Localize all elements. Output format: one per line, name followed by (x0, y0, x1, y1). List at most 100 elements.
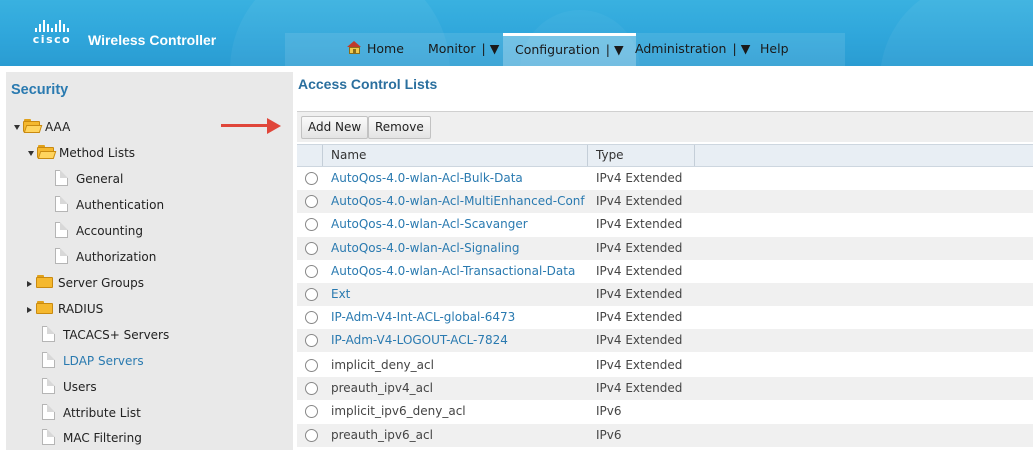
acl-type-cell: IPv6 (596, 428, 622, 442)
row-radio-button[interactable] (305, 242, 318, 255)
acl-name-cell: implicit_deny_acl (331, 358, 434, 372)
table-row: preauth_ipv6_acl IPv6 (297, 424, 1033, 447)
row-radio-button[interactable] (305, 288, 318, 301)
sidebar-item-aaa[interactable]: AAA (14, 117, 70, 137)
row-radio-button[interactable] (305, 172, 318, 185)
sidebar-item-method-lists[interactable]: Method Lists (28, 143, 135, 163)
acl-toolbar: Add New Remove (297, 111, 1033, 142)
nav-home[interactable]: Home (347, 33, 404, 66)
sidebar-item-attribute-list[interactable]: Attribute List (42, 403, 141, 423)
document-icon (42, 352, 55, 368)
sidebar-item-server-groups[interactable]: Server Groups (25, 273, 144, 293)
sidebar-item-label: Attribute List (63, 406, 141, 420)
acl-type-cell: IPv4 Extended (596, 310, 683, 324)
row-radio-button[interactable] (305, 195, 318, 208)
add-new-button[interactable]: Add New (301, 116, 369, 139)
table-row: implicit_deny_acl IPv4 Extended (297, 354, 1033, 377)
nav-monitor-label: Monitor (428, 41, 476, 56)
table-header: Name Type (297, 144, 1033, 167)
sidebar-item-users[interactable]: Users (42, 377, 97, 397)
row-radio-button[interactable] (305, 218, 318, 231)
nav-configuration[interactable]: Configuration | ▼ (503, 33, 636, 66)
sidebar-item-tacacs-servers[interactable]: TACACS+ Servers (42, 325, 169, 345)
row-radio-button[interactable] (305, 311, 318, 324)
collapse-arrow-icon[interactable] (27, 280, 32, 287)
dropdown-caret-icon[interactable]: ▼ (741, 41, 751, 56)
folder-icon (36, 301, 54, 315)
document-icon (42, 378, 55, 394)
sidebar-item-label: Server Groups (58, 276, 144, 290)
document-icon (55, 222, 68, 238)
acl-type-cell: IPv4 Extended (596, 264, 683, 278)
sidebar-item-label: MAC Filtering (63, 431, 142, 445)
row-radio-button[interactable] (305, 405, 318, 418)
table-row: AutoQos-4.0-wlan-Acl-Scavanger IPv4 Exten… (297, 213, 1033, 236)
collapse-arrow-icon[interactable] (27, 306, 32, 313)
document-icon (55, 196, 68, 212)
sidebar-item-accounting[interactable]: Accounting (55, 221, 143, 241)
sidebar-item-mac-filtering[interactable]: MAC Filtering (42, 428, 142, 448)
acl-name-cell: preauth_ipv6_acl (331, 428, 433, 442)
acl-name-cell[interactable]: AutoQos-4.0-wlan-Acl-MultiEnhanced-Conf (331, 190, 585, 213)
sidebar-item-label: AAA (45, 120, 71, 134)
sidebar-item-label: TACACS+ Servers (63, 328, 170, 342)
document-icon (55, 248, 68, 264)
sidebar-item-label: Authentication (76, 198, 165, 212)
sidebar-item-general[interactable]: General (55, 169, 123, 189)
acl-name-cell[interactable]: IP-Adm-V4-Int-ACL-global-6473 (331, 306, 515, 329)
acl-name-cell[interactable]: IP-Adm-V4-LOGOUT-ACL-7824 (331, 329, 508, 352)
expand-arrow-icon[interactable] (14, 125, 20, 130)
table-row: AutoQos-4.0-wlan-Acl-Signaling IPv4 Exten… (297, 237, 1033, 260)
sidebar-item-authorization[interactable]: Authorization (55, 247, 156, 267)
nav-help[interactable]: Help (760, 33, 789, 66)
acl-name-cell[interactable]: AutoQos-4.0-wlan-Acl-Scavanger (331, 213, 528, 236)
sidebar-item-label: General (76, 172, 124, 186)
column-header-name[interactable]: Name (322, 145, 587, 166)
table-row: implicit_ipv6_deny_acl IPv6 (297, 400, 1033, 423)
row-radio-button[interactable] (305, 334, 318, 347)
red-arrow-icon (221, 118, 283, 134)
acl-type-cell: IPv4 Extended (596, 333, 683, 347)
sidebar-title: Security (11, 82, 69, 98)
acl-type-cell: IPv4 Extended (596, 358, 683, 372)
home-icon (347, 41, 362, 54)
sidebar-item-label: Authorization (76, 250, 157, 264)
acl-name-cell[interactable]: Ext (331, 283, 350, 306)
dropdown-caret-icon[interactable]: ▼ (490, 41, 500, 56)
sidebar-item-ldap-servers[interactable]: LDAP Servers (42, 351, 144, 371)
expand-arrow-icon[interactable] (28, 151, 34, 156)
top-header: cisco Wireless Controller Home Monitor | ▼… (0, 0, 1033, 66)
sidebar-item-label: Method Lists (59, 146, 136, 160)
sidebar-item-label: LDAP Servers (63, 354, 144, 368)
nav-administration[interactable]: Administration | ▼ (635, 33, 750, 66)
document-icon (42, 404, 55, 420)
acl-type-cell: IPv4 Extended (596, 194, 683, 208)
nav-monitor[interactable]: Monitor | ▼ (428, 33, 499, 66)
acl-name-cell[interactable]: AutoQos-4.0-wlan-Acl-Bulk-Data (331, 167, 523, 190)
acl-type-cell: IPv4 Extended (596, 381, 683, 395)
table-row: Ext IPv4 Extended (297, 283, 1033, 306)
column-header-type[interactable]: Type (587, 145, 695, 166)
table-row: IP-Adm-V4-Int-ACL-global-6473 IPv4 Extend… (297, 306, 1033, 329)
acl-name-cell[interactable]: AutoQos-4.0-wlan-Acl-Signaling (331, 237, 520, 260)
acl-type-cell: IPv4 Extended (596, 241, 683, 255)
table-row: AutoQos-4.0-wlan-Acl-Bulk-Data IPv4 Exten… (297, 167, 1033, 190)
document-icon (42, 326, 55, 342)
sidebar-item-authentication[interactable]: Authentication (55, 195, 164, 215)
dropdown-caret-icon[interactable]: ▼ (614, 42, 624, 57)
row-radio-button[interactable] (305, 265, 318, 278)
nav-help-label: Help (760, 41, 789, 56)
main-nav: Home Monitor | ▼ Configuration | ▼ Administr… (285, 33, 845, 66)
open-folder-icon (37, 145, 57, 159)
row-radio-button[interactable] (305, 359, 318, 372)
logo-text: cisco (32, 33, 72, 46)
row-radio-button[interactable] (305, 382, 318, 395)
remove-button[interactable]: Remove (368, 116, 431, 139)
row-radio-button[interactable] (305, 429, 318, 442)
table-row: IP-Adm-V4-LOGOUT-ACL-7824 IPv4 Extended (297, 329, 1033, 352)
acl-name-cell: preauth_ipv4_acl (331, 381, 433, 395)
nav-configuration-label: Configuration (515, 42, 600, 57)
sidebar-item-radius[interactable]: RADIUS (25, 299, 103, 319)
acl-name-cell[interactable]: AutoQos-4.0-wlan-Acl-Transactional-Data (331, 260, 575, 283)
product-name: Wireless Controller (88, 32, 217, 48)
